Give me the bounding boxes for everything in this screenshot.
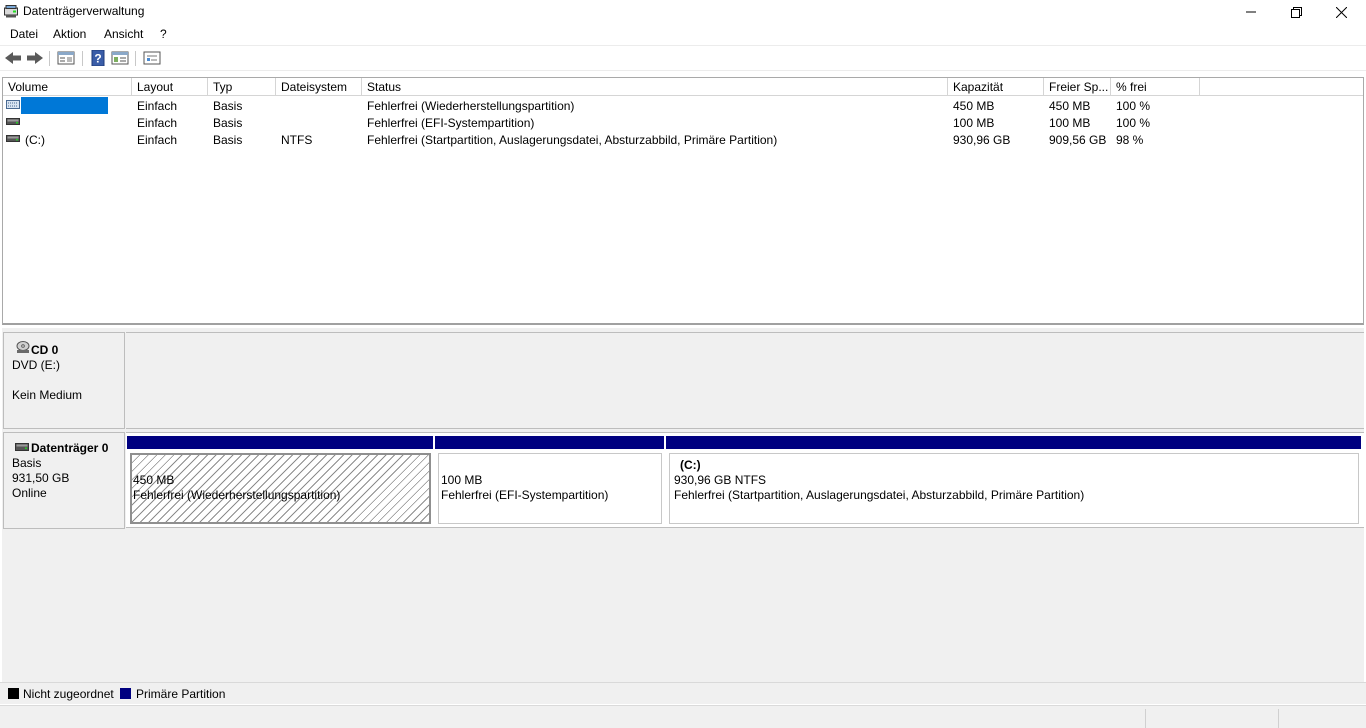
cd-name: CD 0 <box>31 343 59 357</box>
cell-freier-speicher: 100 MB <box>1049 116 1091 130</box>
cell-volume: (C:) <box>25 133 45 147</box>
cell-status: Fehlerfrei (Startpartition, Auslagerungs… <box>367 133 778 147</box>
cell-prozent-frei: 98 % <box>1116 133 1144 147</box>
legend-label-primary: Primäre Partition <box>136 687 226 701</box>
restore-button[interactable] <box>1273 0 1319 24</box>
cell-freier-speicher: 909,56 GB <box>1049 133 1107 147</box>
disk-label-disk0[interactable]: Datenträger 0 Basis 931,50 GB Online <box>3 432 125 529</box>
legend-swatch-primary <box>120 688 131 699</box>
partition-efi[interactable]: 100 MB Fehlerfrei (EFI-Systempartition) <box>435 436 664 526</box>
cell-layout: Einfach <box>137 133 178 147</box>
menu-datei[interactable]: Datei <box>10 27 38 41</box>
drive-icon <box>6 135 20 142</box>
properties-icon[interactable] <box>143 50 161 66</box>
cell-prozent-frei: 100 % <box>1116 116 1151 130</box>
console-tree-icon[interactable] <box>111 50 129 66</box>
disk0-type: Basis <box>12 456 42 470</box>
menu-ansicht[interactable]: Ansicht <box>104 27 143 41</box>
menu-help[interactable]: ? <box>160 27 167 41</box>
toolbar-separator <box>49 51 50 66</box>
drive-icon <box>6 118 20 125</box>
cell-kapazitaet: 100 MB <box>953 116 995 130</box>
cell-status: Fehlerfrei (Wiederherstellungspartition) <box>367 99 575 113</box>
minimize-icon <box>1246 11 1256 13</box>
window-title: Datenträgerverwaltung <box>23 4 145 18</box>
minimize-button[interactable] <box>1228 0 1274 24</box>
cell-freier-speicher: 450 MB <box>1049 99 1091 113</box>
volume-rows: Einfach Basis Fehlerfrei (Wiederherstell… <box>3 97 1363 148</box>
menu-aktion[interactable]: Aktion <box>53 27 86 41</box>
partition-size: 930,96 GB NTFS <box>674 473 767 487</box>
cell-status: Fehlerfrei (EFI-Systempartition) <box>367 116 535 130</box>
volume-list-header: Volume Layout Typ Dateisystem Status Kap… <box>3 78 1363 96</box>
cell-typ: Basis <box>213 116 243 130</box>
cd-drive-icon <box>16 341 30 353</box>
disk-label-cd0[interactable]: CD 0 DVD (E:) Kein Medium <box>3 332 125 429</box>
disk0-state: Online <box>12 486 47 500</box>
volume-icon <box>6 100 20 109</box>
column-header-prozent-frei[interactable]: % frei <box>1111 78 1200 96</box>
cell-kapazitaet: 930,96 GB <box>953 133 1011 147</box>
column-header-layout[interactable]: Layout <box>132 78 208 96</box>
cd-type: DVD (E:) <box>12 358 60 372</box>
partition-type-bar <box>435 436 664 449</box>
partition-status: Fehlerfrei (Startpartition, Auslagerungs… <box>674 488 1085 502</box>
close-icon <box>1335 6 1347 18</box>
cd-state: Kein Medium <box>12 388 83 402</box>
table-row[interactable]: Einfach Basis Fehlerfrei (EFI-Systempart… <box>3 114 1363 131</box>
disk-graphical-view: CD 0 DVD (E:) Kein Medium Datenträger 0 … <box>2 328 1364 682</box>
column-header-typ[interactable]: Typ <box>208 78 276 96</box>
selected-volume-highlight <box>21 97 108 114</box>
properties-list-icon[interactable] <box>57 50 75 66</box>
cell-layout: Einfach <box>137 99 178 113</box>
status-bar-divider <box>1278 709 1279 728</box>
menu-bar: Datei Aktion Ansicht ? <box>0 24 1366 45</box>
partition-size: 100 MB <box>441 473 483 487</box>
toolbar: ? <box>0 45 1366 71</box>
cell-typ: Basis <box>213 133 243 147</box>
hard-disk-icon <box>15 443 29 451</box>
cell-prozent-frei: 100 % <box>1116 99 1151 113</box>
restore-icon <box>1290 6 1302 18</box>
title-bar: Datenträgerverwaltung <box>0 0 1366 24</box>
back-arrow-icon[interactable] <box>4 50 22 66</box>
partition-status: Fehlerfrei (Wiederherstellungspartition) <box>133 488 341 502</box>
partition-type-bar <box>666 436 1361 449</box>
legend-label-unallocated: Nicht zugeordnet <box>23 687 114 701</box>
partition-label: (C:) <box>680 458 701 472</box>
volume-list: Volume Layout Typ Dateisystem Status Kap… <box>2 77 1364 325</box>
disk0-size: 931,50 GB <box>12 471 70 485</box>
cell-layout: Einfach <box>137 116 178 130</box>
svg-text:?: ? <box>94 52 101 66</box>
help-icon[interactable]: ? <box>89 50 107 66</box>
partition-status: Fehlerfrei (EFI-Systempartition) <box>441 488 609 502</box>
cell-dateisystem: NTFS <box>281 133 313 147</box>
legend-swatch-unallocated <box>8 688 19 699</box>
column-header-volume[interactable]: Volume <box>3 78 132 96</box>
disk0-name: Datenträger 0 <box>31 441 109 455</box>
partition-type-bar <box>127 436 433 449</box>
toolbar-separator <box>135 51 136 66</box>
toolbar-separator <box>82 51 83 66</box>
cd-volume-area[interactable] <box>126 332 1364 429</box>
table-row[interactable]: Einfach Basis Fehlerfrei (Wiederherstell… <box>3 97 1363 114</box>
column-header-kapazitaet[interactable]: Kapazität <box>948 78 1044 96</box>
status-bar <box>0 705 1366 728</box>
column-header-dateisystem[interactable]: Dateisystem <box>276 78 362 96</box>
partition-c[interactable]: (C:) 930,96 GB NTFS Fehlerfrei (Startpar… <box>666 436 1361 526</box>
legend: Nicht zugeordnet Primäre Partition <box>0 682 1366 704</box>
partition-size: 450 MB <box>133 473 175 487</box>
table-row[interactable]: (C:) Einfach Basis NTFS Fehlerfrei (Star… <box>3 131 1363 148</box>
status-bar-divider <box>1145 709 1146 728</box>
cell-typ: Basis <box>213 99 243 113</box>
disk-management-icon <box>4 5 18 18</box>
column-header-status[interactable]: Status <box>362 78 948 96</box>
partition-recovery[interactable]: 450 MB Fehlerfrei (Wiederherstellungspar… <box>127 436 433 526</box>
close-button[interactable] <box>1318 0 1364 24</box>
cell-kapazitaet: 450 MB <box>953 99 995 113</box>
column-header-freier-speicher[interactable]: Freier Sp... <box>1044 78 1111 96</box>
forward-arrow-icon[interactable] <box>26 50 44 66</box>
